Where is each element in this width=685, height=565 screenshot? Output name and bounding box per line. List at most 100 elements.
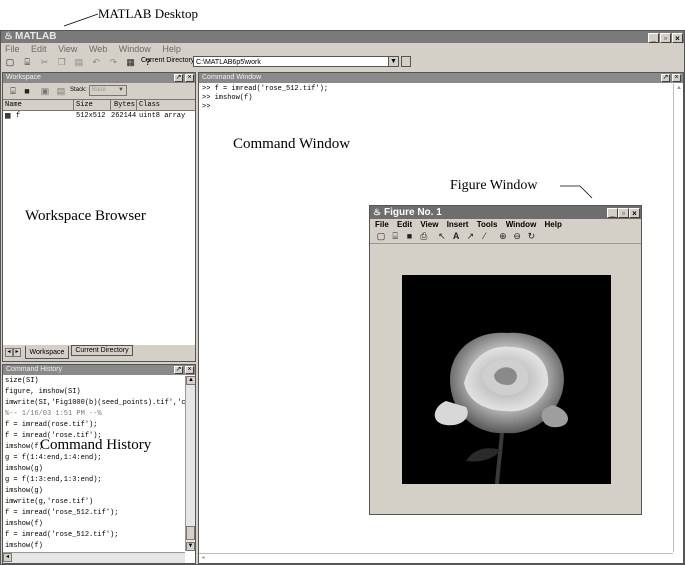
command-window-close-button[interactable]: × [672, 74, 681, 82]
workspace-toolbar: ⌸ ■ ▣ ▤ Stack: Base ▼ [3, 83, 195, 99]
figure-menu-window[interactable]: Window [506, 220, 537, 229]
history-entry[interactable]: imshow(g) [5, 464, 185, 475]
menu-view[interactable]: View [58, 44, 77, 54]
menu-edit[interactable]: Edit [31, 44, 47, 54]
history-entry[interactable]: f = imread('rose_512.tif'); [5, 508, 185, 519]
history-close-button[interactable]: × [185, 366, 194, 374]
browse-directory-button[interactable] [401, 56, 411, 67]
menu-file[interactable]: File [5, 44, 20, 54]
command-window-horizontal-scrollbar[interactable]: ◂ [199, 553, 673, 563]
import-data-icon[interactable]: ⌸ [7, 85, 19, 97]
history-entry[interactable]: imwrite(g,'rose.tif') [5, 497, 185, 508]
redo-icon[interactable]: ↷ [107, 56, 119, 68]
history-session-marker[interactable]: %-- 1/16/03 1:51 PM --% [5, 409, 185, 420]
history-entry[interactable]: imshow(f) [5, 541, 185, 552]
command-line: >> f = imread('rose_512.tif'); [202, 85, 329, 93]
figure-close-button[interactable]: × [629, 208, 640, 218]
copy-icon[interactable]: ❐ [56, 56, 68, 68]
history-entry[interactable]: g = f(1:3:end,1:3:end); [5, 475, 185, 486]
tab-workspace[interactable]: Workspace [25, 346, 69, 359]
command-window-output[interactable]: >> f = imread('rose_512.tif'); >> imshow… [202, 85, 328, 112]
var-name: f [16, 112, 21, 120]
command-window-undock-button[interactable]: ↗ [661, 74, 670, 82]
col-bytes[interactable]: Bytes [114, 100, 135, 110]
table-row[interactable]: ▦ f 512x512 262144 uint8 array [3, 111, 195, 122]
tab-current-directory[interactable]: Current Directory [71, 345, 133, 356]
directory-dropdown-button[interactable]: ▼ [388, 56, 399, 67]
workspace-close-button[interactable]: × [185, 74, 194, 82]
print-icon[interactable]: ⎙ [418, 230, 430, 242]
figure-menu-edit[interactable]: Edit [397, 220, 412, 229]
scroll-thumb[interactable] [186, 526, 195, 540]
col-size[interactable]: Size [76, 100, 93, 110]
scroll-down-arrow-icon[interactable]: ▼ [186, 542, 195, 551]
minimize-button[interactable]: _ [648, 33, 659, 43]
simulink-icon[interactable]: ▦ [125, 56, 137, 68]
history-entry[interactable]: figure, imshow(SI) [5, 387, 185, 398]
tab-scroll-left-button[interactable]: ◂ [5, 348, 13, 357]
open-file-icon[interactable]: ⌸ [389, 230, 401, 242]
history-vertical-scrollbar[interactable]: ▲ ▼ [185, 376, 195, 551]
insert-text-icon[interactable]: A [450, 230, 462, 242]
command-line: >> imshow(f) [202, 94, 253, 102]
history-entry[interactable]: f = imread('rose_512.tif'); [5, 530, 185, 541]
cut-icon[interactable]: ✂ [38, 56, 50, 68]
new-figure-icon[interactable]: ▢ [375, 230, 387, 242]
maximize-button[interactable]: ▫ [660, 33, 671, 43]
rotate-3d-icon[interactable]: ↻ [525, 230, 537, 242]
save-workspace-icon[interactable]: ■ [21, 85, 33, 97]
figure-maximize-button[interactable]: ▫ [618, 208, 629, 218]
scroll-left-arrow-icon[interactable]: ◂ [199, 554, 207, 563]
scroll-up-arrow-icon[interactable]: ▲ [674, 84, 684, 92]
history-entry[interactable]: imshow(f) [5, 519, 185, 530]
edit-plot-arrow-icon[interactable]: ↖ [436, 230, 448, 242]
scroll-up-arrow-icon[interactable]: ▲ [186, 376, 195, 385]
save-figure-icon[interactable]: ■ [403, 230, 415, 242]
command-history-title: Command History [6, 366, 63, 373]
insert-arrow-icon[interactable]: ↗ [464, 230, 476, 242]
close-button[interactable]: × [672, 33, 683, 43]
history-entry[interactable]: size(SI) [5, 376, 185, 387]
tab-scroll-right-button[interactable]: ▸ [13, 348, 21, 357]
rose-image [402, 275, 611, 484]
menu-help[interactable]: Help [162, 44, 181, 54]
new-file-icon[interactable]: ▢ [4, 56, 16, 68]
stack-value: Base [92, 87, 106, 93]
zoom-out-icon[interactable]: ⊖ [511, 230, 523, 242]
command-prompt: >> [202, 103, 211, 111]
history-undock-button[interactable]: ↗ [174, 366, 183, 374]
current-directory-input[interactable]: C:\MATLAB6p5\work [193, 56, 398, 67]
history-entry[interactable]: imshow(g) [5, 486, 185, 497]
figure-minimize-button[interactable]: _ [607, 208, 618, 218]
workspace-undock-button[interactable]: ↗ [174, 74, 183, 82]
command-history-header: Command History ↗ × [3, 365, 195, 375]
history-horizontal-scrollbar[interactable]: ◂ [3, 552, 185, 563]
command-window-header: Command Window ↗ × [199, 73, 683, 83]
undo-icon[interactable]: ↶ [90, 56, 102, 68]
history-entry[interactable]: f = imread(rose.tif'); [5, 420, 185, 431]
delete-variable-icon[interactable]: ▤ [55, 85, 67, 97]
menu-window[interactable]: Window [119, 44, 151, 54]
figure-menu-insert[interactable]: Insert [447, 220, 469, 229]
open-folder-icon[interactable]: ⌸ [21, 56, 33, 68]
figure-menu-help[interactable]: Help [545, 220, 562, 229]
figure-menu-file[interactable]: File [375, 220, 389, 229]
menu-web[interactable]: Web [89, 44, 107, 54]
stack-select[interactable]: Base ▼ [89, 85, 127, 96]
figure-title: Figure No. 1 [384, 207, 442, 218]
figure-menu-tools[interactable]: Tools [477, 220, 498, 229]
col-name[interactable]: Name [5, 100, 22, 110]
history-entry[interactable]: imwrite(SI,'Fig1000(b)(seed_points).tif'… [5, 398, 185, 409]
figure-window-annotation: Figure Window [450, 178, 538, 193]
command-history-annotation: Command History [40, 437, 152, 453]
col-class[interactable]: Class [139, 100, 160, 110]
workspace-title: Workspace [6, 74, 41, 81]
history-entry[interactable]: g = f(1:4:end,1:4:end); [5, 453, 185, 464]
command-window-vertical-scrollbar[interactable]: ▲ [673, 84, 684, 552]
figure-menu-view[interactable]: View [420, 220, 438, 229]
paste-icon[interactable]: ▤ [73, 56, 85, 68]
open-selection-icon[interactable]: ▣ [39, 85, 51, 97]
scroll-left-arrow-icon[interactable]: ◂ [3, 553, 12, 562]
insert-line-icon[interactable]: ⁄ [479, 230, 491, 242]
zoom-in-icon[interactable]: ⊕ [497, 230, 509, 242]
